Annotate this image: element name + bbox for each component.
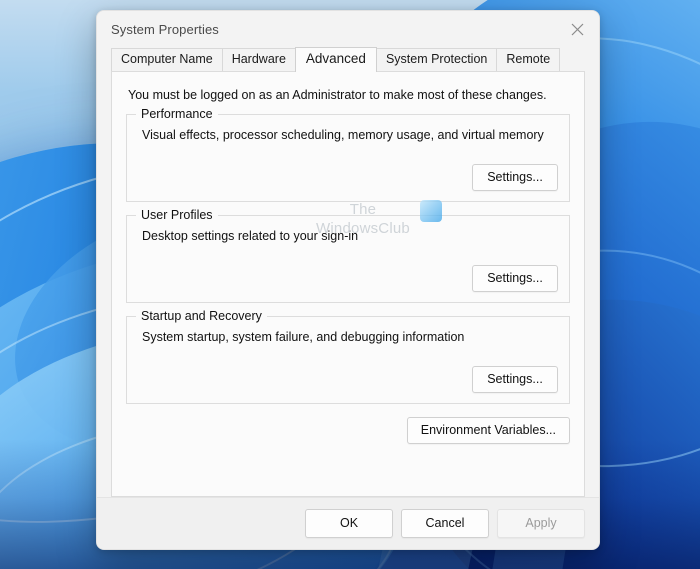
dialog-body: Computer Name Hardware Advanced System P… xyxy=(97,47,599,497)
tab-system-protection[interactable]: System Protection xyxy=(375,48,498,71)
environment-variables-button[interactable]: Environment Variables... xyxy=(406,417,570,444)
startup-recovery-settings-button[interactable]: Settings... xyxy=(472,366,558,393)
group-title-performance: Performance xyxy=(136,107,218,121)
group-title-startup-recovery: Startup and Recovery xyxy=(136,309,267,323)
close-icon[interactable] xyxy=(555,12,599,46)
group-description-performance: Visual effects, processor scheduling, me… xyxy=(142,128,544,142)
tab-strip: Computer Name Hardware Advanced System P… xyxy=(111,47,585,72)
desktop-wallpaper: System Properties Computer Name Hardware… xyxy=(0,0,700,569)
apply-button[interactable]: Apply xyxy=(497,509,585,538)
user-profiles-button-row: Settings... xyxy=(472,265,558,292)
dialog-title: System Properties xyxy=(111,21,219,37)
performance-button-row: Settings... xyxy=(472,164,558,191)
user-profiles-settings-button[interactable]: Settings... xyxy=(472,265,558,292)
tab-hardware[interactable]: Hardware xyxy=(221,48,296,71)
dialog-titlebar: System Properties xyxy=(97,11,599,47)
performance-settings-button[interactable]: Settings... xyxy=(472,164,558,191)
tab-panel-advanced: You must be logged on as an Administrato… xyxy=(111,71,585,497)
tab-remote[interactable]: Remote xyxy=(496,48,561,71)
administrator-notice: You must be logged on as an Administrato… xyxy=(128,88,547,102)
group-description-startup-recovery: System startup, system failure, and debu… xyxy=(142,330,465,344)
dialog-action-bar: OK Cancel Apply xyxy=(97,497,599,549)
system-properties-dialog: System Properties Computer Name Hardware… xyxy=(96,10,600,550)
environment-variables-row: Environment Variables... xyxy=(126,417,570,444)
group-user-profiles: User Profiles Desktop settings related t… xyxy=(126,208,570,303)
tab-computer-name[interactable]: Computer Name xyxy=(111,48,223,71)
group-startup-recovery: Startup and Recovery System startup, sys… xyxy=(126,309,570,404)
startup-recovery-button-row: Settings... xyxy=(472,366,558,393)
group-performance: Performance Visual effects, processor sc… xyxy=(126,107,570,202)
ok-button[interactable]: OK xyxy=(305,509,393,538)
tab-advanced[interactable]: Advanced xyxy=(294,47,377,72)
cancel-button[interactable]: Cancel xyxy=(401,509,489,538)
group-description-user-profiles: Desktop settings related to your sign-in xyxy=(142,229,359,243)
group-title-user-profiles: User Profiles xyxy=(136,208,218,222)
